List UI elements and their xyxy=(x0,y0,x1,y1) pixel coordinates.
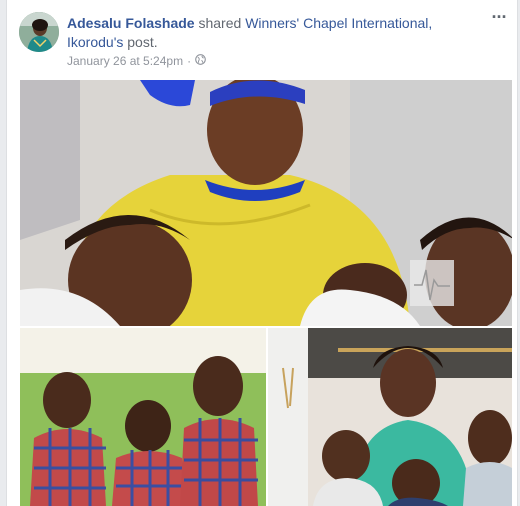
mother-with-quadruplets-photo[interactable] xyxy=(20,80,512,326)
mother-smiling-with-boys-photo[interactable] xyxy=(268,328,512,506)
post-word-text: post. xyxy=(123,34,158,50)
author-name-link[interactable]: Adesalu Folashade xyxy=(67,15,195,31)
three-boys-on-sofa-photo[interactable] xyxy=(20,328,266,506)
ellipsis-icon[interactable]: ··· xyxy=(487,8,511,30)
meta-separator: · xyxy=(187,54,192,68)
post-meta: January 26 at 5:24pm · xyxy=(67,54,206,68)
feed-post-card: Adesalu Folashade shared Winners' Chapel… xyxy=(6,0,518,506)
avatar-image xyxy=(19,12,59,52)
author-avatar[interactable] xyxy=(19,12,59,52)
post-header: Adesalu Folashade shared Winners' Chapel… xyxy=(67,14,477,52)
shared-action-text: shared xyxy=(194,15,246,31)
post-timestamp-link[interactable]: January 26 at 5:24pm xyxy=(67,54,183,68)
globe-icon[interactable] xyxy=(195,54,206,68)
